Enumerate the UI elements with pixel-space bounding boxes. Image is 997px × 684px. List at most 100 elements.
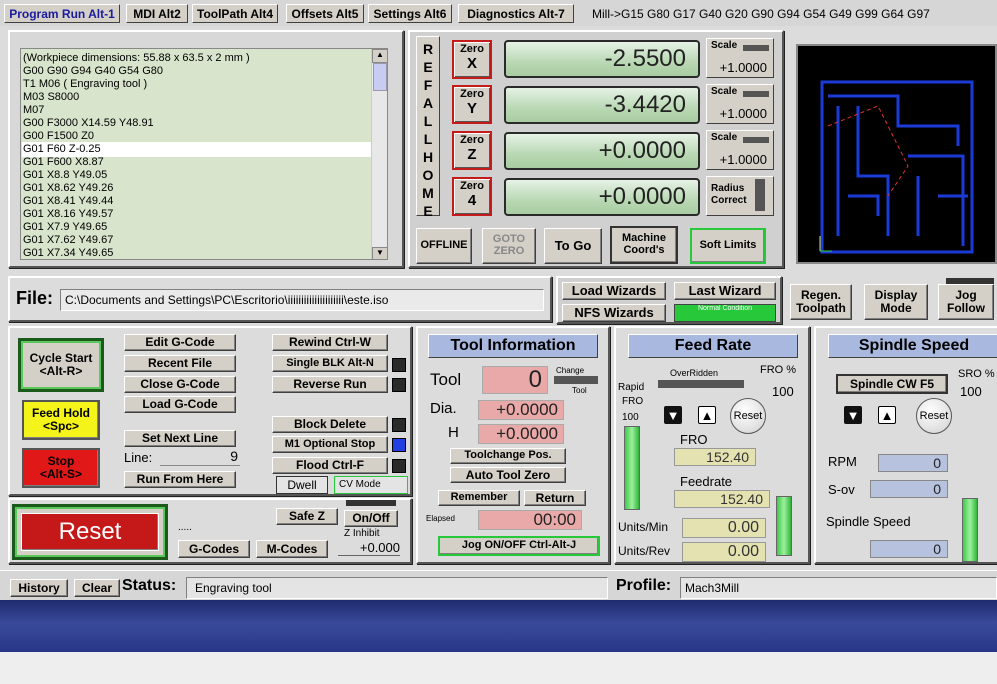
- zero-x-button[interactable]: Zero X: [452, 40, 492, 79]
- spindle-override-slider[interactable]: [962, 498, 978, 562]
- gcode-line[interactable]: M07: [23, 104, 371, 117]
- gcode-line[interactable]: (Workpiece dimensions: 55.88 x 63.5 x 2 …: [23, 52, 371, 65]
- last-wizard-button[interactable]: Last Wizard: [674, 282, 776, 300]
- display-mode-button[interactable]: Display Mode: [864, 284, 928, 320]
- block-delete-button[interactable]: Block Delete: [272, 416, 388, 433]
- jog-onoff-button[interactable]: Jog ON/OFF Ctrl-Alt-J: [438, 536, 600, 556]
- h-value[interactable]: +0.0000: [478, 424, 564, 444]
- ref-all-home-letter: F: [423, 77, 433, 93]
- tab-offsets[interactable]: Offsets Alt5: [286, 4, 364, 23]
- overridden-led: [658, 380, 744, 388]
- history-button[interactable]: History: [10, 579, 68, 597]
- single-block-button[interactable]: Single BLK Alt-N: [272, 355, 388, 372]
- zero-y-button[interactable]: Zero Y: [452, 85, 492, 124]
- tab-diagnostics[interactable]: Diagnostics Alt-7: [458, 4, 574, 23]
- gcode-list[interactable]: (Workpiece dimensions: 55.88 x 63.5 x 2 …: [20, 48, 388, 260]
- cycle-start-button[interactable]: Cycle Start <Alt-R>: [18, 338, 104, 392]
- m1-optional-stop-button[interactable]: M1 Optional Stop: [272, 436, 388, 453]
- gcode-scrollbar[interactable]: ▲ ▼: [371, 49, 387, 259]
- gcode-line[interactable]: G01 F60 Z-0.25: [22, 142, 372, 157]
- flood-button[interactable]: Flood Ctrl-F: [272, 457, 388, 474]
- gcode-line[interactable]: G00 F3000 X14.59 Y48.91: [23, 117, 371, 130]
- remember-button[interactable]: Remember: [438, 490, 520, 506]
- recent-file-button[interactable]: Recent File: [124, 355, 236, 372]
- gcode-line[interactable]: G00 F1500 Z0: [23, 130, 371, 143]
- close-gcode-button[interactable]: Close G-Code: [124, 376, 236, 393]
- spindle-cw-button[interactable]: Spindle CW F5: [836, 374, 948, 394]
- gcode-line[interactable]: G01 X8.62 Y49.26: [23, 182, 371, 195]
- gcode-line[interactable]: T1 M06 ( Engraving tool ): [23, 78, 371, 91]
- jog-follow-button[interactable]: Jog Follow: [938, 284, 994, 320]
- zero-z-button[interactable]: Zero Z: [452, 131, 492, 170]
- tab-toolpath[interactable]: ToolPath Alt4: [192, 4, 278, 23]
- z-inhibit-onoff-button[interactable]: On/Off: [344, 510, 398, 527]
- scale-z[interactable]: Scale +1.0000: [706, 130, 774, 170]
- feed-hold-button[interactable]: Feed Hold <Spc>: [22, 400, 100, 440]
- dro-y: -3.4420: [504, 86, 700, 124]
- z-inhibit-value[interactable]: +0.000: [338, 540, 400, 556]
- run-from-here-button[interactable]: Run From Here: [124, 471, 236, 488]
- dia-value[interactable]: +0.0000: [478, 400, 564, 420]
- zero-4-button[interactable]: Zero 4: [452, 177, 492, 216]
- machine-coords-button[interactable]: Machine Coord's: [610, 226, 678, 264]
- safe-z-button[interactable]: Safe Z: [276, 508, 338, 525]
- clear-button[interactable]: Clear: [74, 579, 120, 597]
- toolchange-pos-button[interactable]: Toolchange Pos.: [450, 448, 566, 464]
- offline-button[interactable]: OFFLINE: [416, 228, 472, 264]
- reset-button[interactable]: Reset: [21, 513, 159, 551]
- spindle-panel: Spindle Speed Spindle CW F5 SRO % 100 ▼ …: [814, 326, 997, 564]
- gcode-line[interactable]: G01 X8.8 Y49.05: [23, 169, 371, 182]
- gcode-line[interactable]: G01 X7.9 Y49.65: [23, 221, 371, 234]
- gcode-line[interactable]: G01 X8.16 Y49.57: [23, 208, 371, 221]
- gcode-line[interactable]: G01 X7.34 Y49.65: [23, 247, 371, 259]
- auto-tool-zero-button[interactable]: Auto Tool Zero: [450, 467, 566, 483]
- radius-correct-button[interactable]: Radius Correct: [706, 176, 774, 216]
- tab-mdi[interactable]: MDI Alt2: [126, 4, 188, 23]
- rapid-fro-slider[interactable]: [624, 426, 640, 510]
- rewind-button[interactable]: Rewind Ctrl-W: [272, 334, 388, 351]
- ref-all-home-letter: E: [423, 59, 433, 75]
- sro-up-icon[interactable]: ▲: [878, 406, 896, 424]
- soft-limits-button[interactable]: Soft Limits: [690, 228, 766, 264]
- sro-reset-button[interactable]: Reset: [916, 398, 952, 434]
- gcodes-button[interactable]: G-Codes: [178, 540, 250, 558]
- ref-all-home-button[interactable]: REFALLHOME: [416, 36, 440, 219]
- sro-down-icon[interactable]: ▼: [844, 406, 862, 424]
- load-wizards-button[interactable]: Load Wizards: [562, 282, 666, 300]
- gcode-line[interactable]: G01 X7.62 Y49.67: [23, 234, 371, 247]
- regen-toolpath-button[interactable]: Regen. Toolpath: [790, 284, 852, 320]
- goto-zero-button[interactable]: GOTO ZERO: [482, 228, 536, 264]
- edit-gcode-button[interactable]: Edit G-Code: [124, 334, 236, 351]
- tool-number[interactable]: 0: [482, 366, 548, 394]
- sro-pct-value: 100: [960, 384, 982, 399]
- fro-down-icon[interactable]: ▼: [664, 406, 682, 424]
- tab-settings[interactable]: Settings Alt6: [368, 4, 452, 23]
- tab-program-run[interactable]: Program Run Alt-1: [4, 4, 120, 23]
- scroll-thumb[interactable]: [373, 63, 387, 91]
- to-go-button[interactable]: To Go: [544, 228, 602, 264]
- load-gcode-button[interactable]: Load G-Code: [124, 396, 236, 413]
- feed-override-slider[interactable]: [776, 496, 792, 556]
- line-number-field[interactable]: 9: [160, 448, 240, 466]
- toolpath-display[interactable]: [796, 44, 997, 264]
- scale-y[interactable]: Scale +1.0000: [706, 84, 774, 124]
- fro-up-icon[interactable]: ▲: [698, 406, 716, 424]
- scroll-up-icon[interactable]: ▲: [372, 49, 387, 63]
- dro-x: -2.5500: [504, 40, 700, 78]
- normal-condition-led: Normal Condition: [674, 304, 776, 322]
- gcode-line[interactable]: M03 S8000: [23, 91, 371, 104]
- gcode-line[interactable]: G01 F600 X8.87: [23, 156, 371, 169]
- reverse-run-button[interactable]: Reverse Run: [272, 376, 388, 393]
- gcode-line[interactable]: G00 G90 G94 G40 G54 G80: [23, 65, 371, 78]
- return-button[interactable]: Return: [524, 490, 586, 506]
- file-panel: File: C:\Documents and Settings\PC\Escri…: [8, 276, 552, 322]
- scale-x[interactable]: Scale +1.0000: [706, 38, 774, 78]
- mcodes-button[interactable]: M-Codes: [256, 540, 328, 558]
- stop-button[interactable]: Stop <Alt-S>: [22, 448, 100, 488]
- units-min-label: Units/Min: [618, 520, 669, 534]
- set-next-line-button[interactable]: Set Next Line: [124, 430, 236, 447]
- fro-reset-button[interactable]: Reset: [730, 398, 766, 434]
- nfs-wizards-button[interactable]: NFS Wizards: [562, 304, 666, 322]
- scroll-down-icon[interactable]: ▼: [372, 247, 387, 259]
- gcode-line[interactable]: G01 X8.41 Y49.44: [23, 195, 371, 208]
